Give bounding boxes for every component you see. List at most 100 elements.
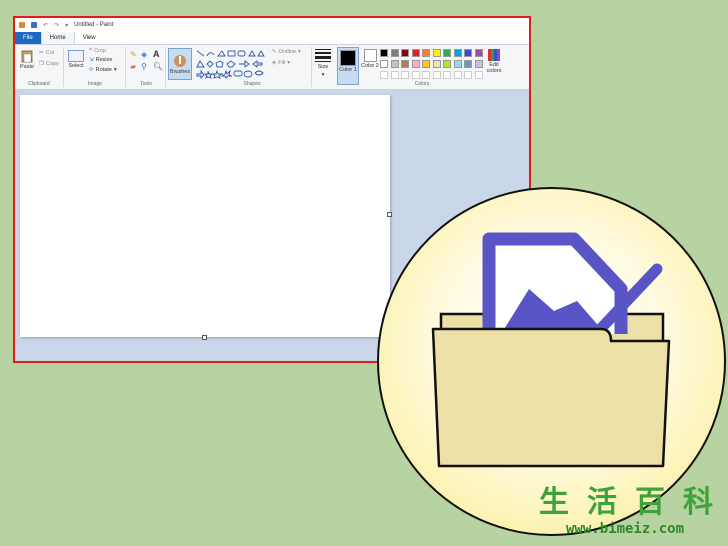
scissors-icon: ✂ [39, 50, 44, 56]
magnifier-icon[interactable]: 🔍︎ [153, 62, 163, 71]
edit-colors-button[interactable]: Edit colors [485, 49, 503, 74]
image-group: Select ⌗ Crop ⇲ Resize ⟳ Rotate ▾ Image [65, 47, 126, 87]
colors-group-label: Colors [414, 81, 430, 87]
edit-colors-icon [488, 49, 500, 61]
tab-file[interactable]: File [15, 32, 41, 44]
paint-app-icon [19, 22, 25, 28]
title-bar: ↶ ↷ ▾ Untitled - Paint [15, 18, 529, 32]
resize-button[interactable]: ⇲ Resize [89, 57, 112, 63]
tab-home[interactable]: Home [40, 32, 75, 44]
color-picker-icon[interactable]: ⚲ [141, 62, 147, 71]
shapes-gallery[interactable] [195, 49, 267, 79]
palette-swatch[interactable] [443, 49, 451, 57]
canvas-resize-handle-right[interactable] [387, 212, 392, 217]
outline-icon: ✎ [272, 49, 277, 55]
outline-button[interactable]: ✎ Outline ▾ [272, 49, 301, 55]
shapes-group-label: Shapes [243, 81, 261, 87]
palette-swatch[interactable] [390, 49, 399, 57]
copy-icon: ❐ [39, 61, 44, 67]
outline-label: Outline [278, 49, 297, 55]
palette-swatch[interactable] [453, 49, 462, 57]
color2-button[interactable]: Color 2 [360, 47, 380, 83]
palette-swatch[interactable] [432, 60, 441, 68]
palette-swatch[interactable] [401, 60, 409, 68]
palette-swatch[interactable] [432, 49, 441, 57]
watermark-char: 科 [683, 485, 713, 520]
copy-button[interactable]: ❐ Copy [39, 61, 59, 67]
color2-swatch [363, 49, 377, 62]
custom-color-slot[interactable] [390, 71, 399, 79]
custom-color-slot[interactable] [464, 71, 472, 79]
tab-view[interactable]: View [75, 32, 104, 44]
custom-color-slot[interactable] [411, 71, 420, 79]
palette-swatch[interactable] [474, 60, 483, 68]
cut-button[interactable]: ✂ Cut [39, 50, 54, 56]
palette-swatch[interactable] [474, 49, 483, 57]
crop-icon: ⌗ [89, 47, 93, 53]
size-button[interactable]: Size ▾ [315, 48, 331, 78]
watermark: 生 活 百 科 www.bimeiz.com [528, 486, 724, 542]
resize-label: Resize [95, 57, 113, 63]
custom-color-slot[interactable] [432, 71, 441, 79]
watermark-char: 百 [635, 485, 665, 520]
rotate-dropdown-icon: ▾ [113, 67, 117, 73]
select-button[interactable]: Select [68, 50, 84, 69]
palette-swatch[interactable] [411, 60, 420, 68]
palette-swatch[interactable] [422, 49, 430, 57]
ribbon-tabs: File Home View [15, 32, 529, 45]
eraser-icon[interactable]: ▰ [130, 62, 136, 71]
paste-button[interactable]: Paste [20, 49, 34, 70]
custom-color-slot[interactable] [443, 71, 451, 79]
save-icon[interactable] [31, 22, 37, 28]
custom-color-slot[interactable] [453, 71, 462, 79]
crop-button[interactable]: ⌗ Crop [89, 47, 106, 54]
redo-icon[interactable]: ↷ [54, 22, 59, 29]
custom-color-slot[interactable] [380, 71, 388, 79]
edit-colors-label: Edit colors [486, 62, 502, 74]
text-tool-icon[interactable]: A [153, 49, 160, 59]
drawing-canvas[interactable] [20, 95, 390, 337]
fill-button[interactable]: ◈ Fill ▾ [272, 60, 290, 66]
palette-swatch[interactable] [401, 49, 409, 57]
folder-front [431, 327, 671, 468]
rotate-button[interactable]: ⟳ Rotate ▾ [89, 67, 117, 73]
palette-swatch[interactable] [380, 49, 388, 57]
resize-icon: ⇲ [89, 57, 94, 63]
palette-swatch[interactable] [443, 60, 451, 68]
customize-toolbar-icon[interactable]: ▾ [65, 22, 68, 29]
palette-swatch[interactable] [422, 60, 430, 68]
custom-color-slot[interactable] [474, 71, 483, 79]
palette-swatch[interactable] [380, 60, 388, 68]
brushes-button[interactable]: Brushes [168, 48, 192, 80]
custom-color-slot[interactable] [422, 71, 430, 79]
watermark-char: 生 [539, 485, 569, 520]
brush-icon [174, 54, 186, 67]
size-dropdown-icon: ▾ [321, 72, 325, 78]
color1-label: Color 1 [339, 67, 357, 73]
palette-swatch[interactable] [464, 60, 472, 68]
color1-swatch [340, 50, 356, 66]
watermark-chars: 生 活 百 科 [528, 486, 724, 520]
palette-swatch[interactable] [411, 49, 420, 57]
fill-bucket-icon[interactable]: ◈ [141, 50, 147, 59]
palette-swatch[interactable] [390, 60, 399, 68]
undo-icon[interactable]: ↶ [43, 22, 48, 29]
shapes-group: ✎ Outline ▾ ◈ Fill ▾ Shapes [193, 47, 312, 87]
tools-group: ✎ ◈ A ▰ ⚲ 🔍︎ Tools [127, 47, 166, 87]
ribbon: Paste ✂ Cut ❐ Copy Clipboard Select ⌗ Cr… [15, 45, 529, 90]
select-icon [68, 50, 84, 62]
fill-dropdown-icon: ▾ [287, 60, 291, 66]
paste-label: Paste [20, 64, 35, 70]
open-image-circle [377, 187, 726, 536]
custom-color-slot[interactable] [401, 71, 409, 79]
color1-button[interactable]: Color 1 [337, 47, 359, 85]
watermark-url: www.bimeiz.com [566, 521, 685, 537]
palette-swatch[interactable] [464, 49, 472, 57]
clipboard-group: Paste ✂ Cut ❐ Copy Clipboard [15, 47, 64, 87]
select-label: Select [68, 63, 84, 69]
pencil-icon[interactable]: ✎ [130, 50, 137, 59]
outline-dropdown-icon: ▾ [298, 49, 301, 55]
fill-icon: ◈ [272, 60, 277, 66]
canvas-resize-handle-bottom[interactable] [202, 335, 207, 340]
palette-swatch[interactable] [453, 60, 462, 68]
